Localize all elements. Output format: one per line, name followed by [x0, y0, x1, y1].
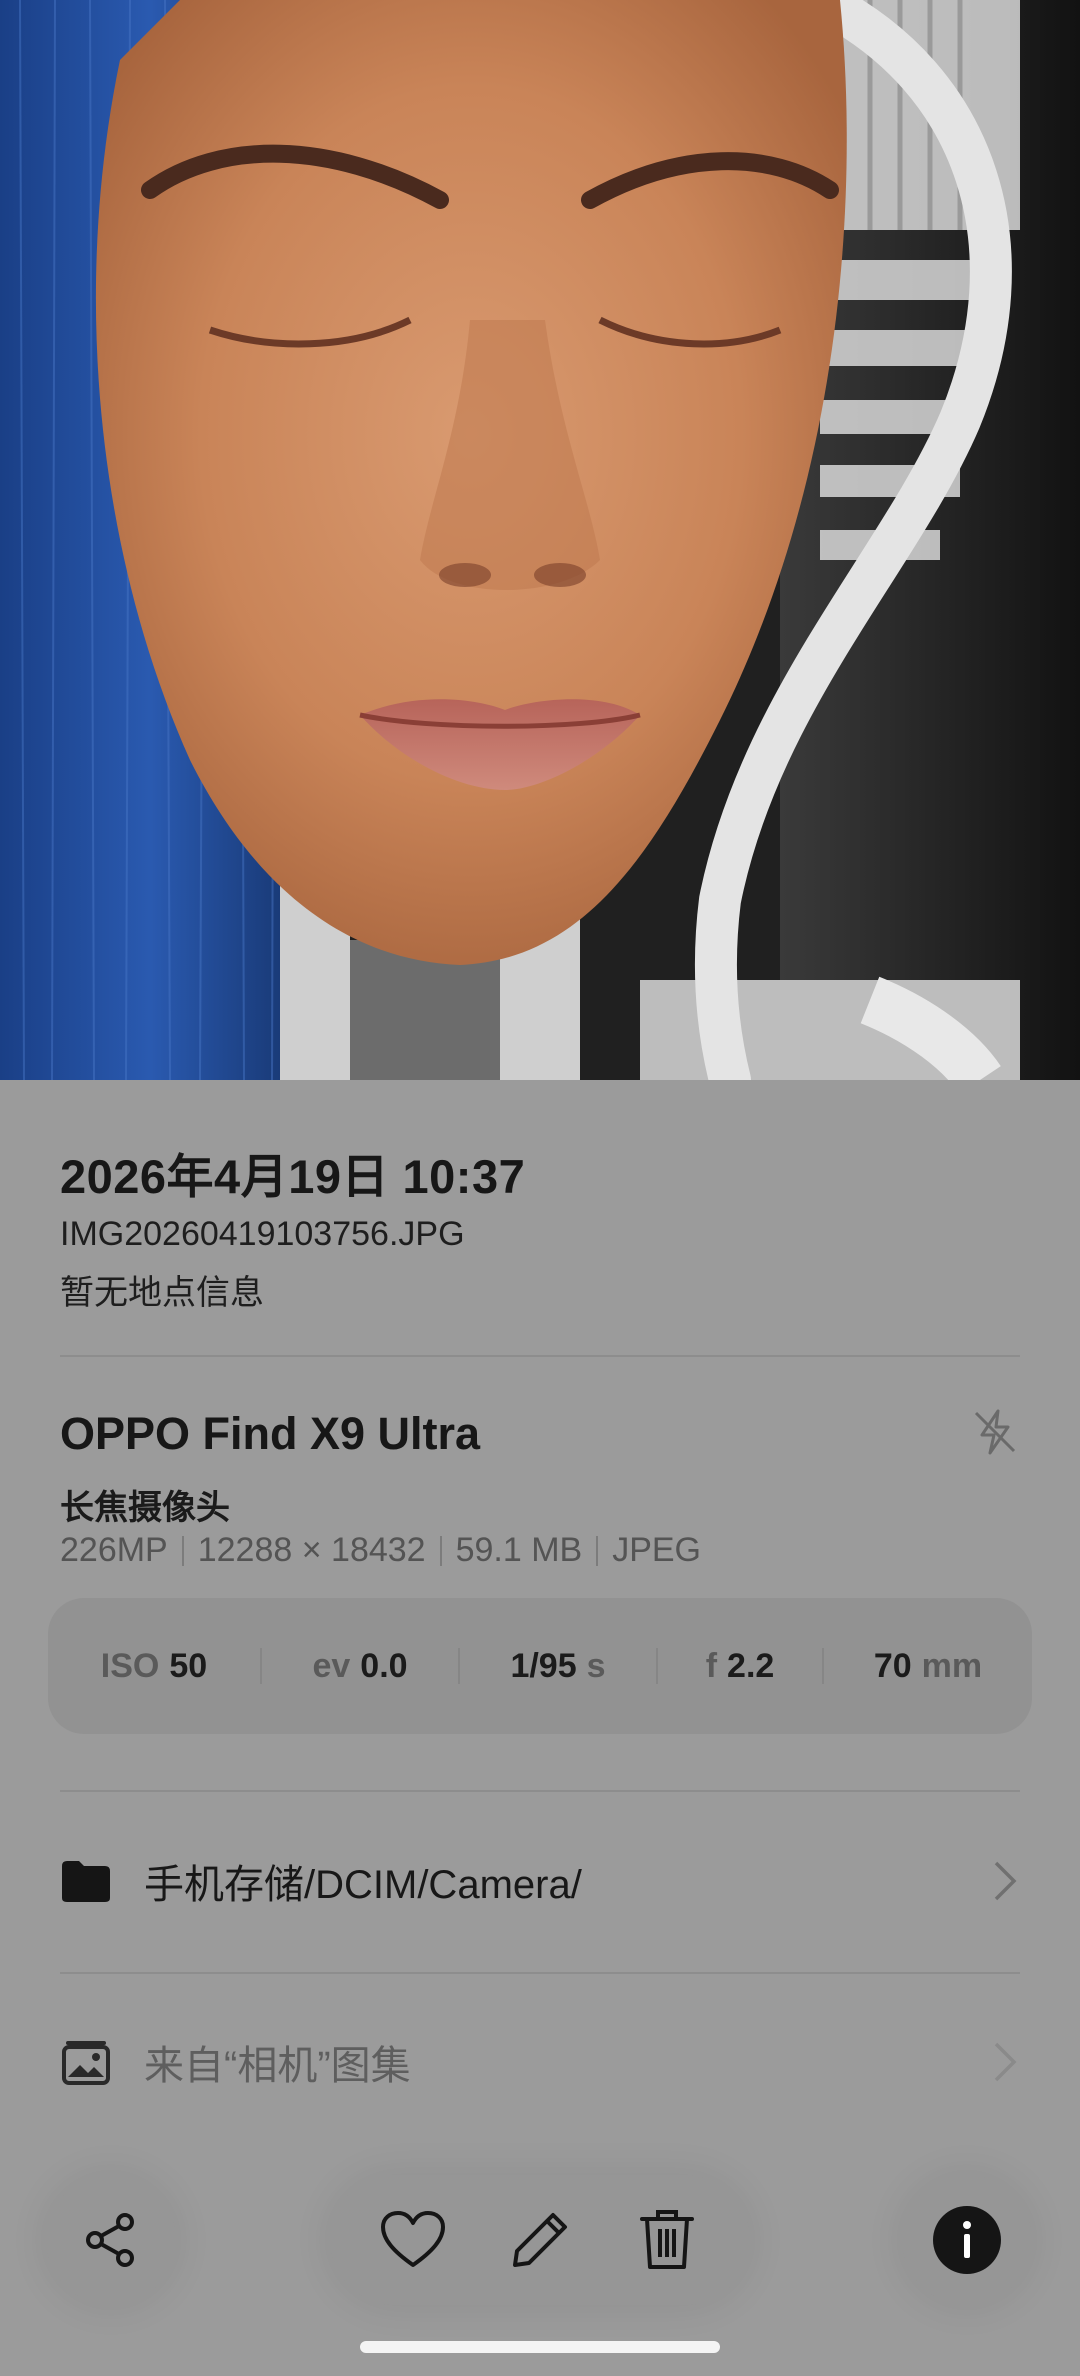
divider	[60, 1355, 1020, 1357]
exif-ev: ev 0.0	[262, 1647, 458, 1686]
album-row[interactable]: 来自“相机”图集	[60, 2017, 1020, 2107]
location-info: 暂无地点信息	[60, 1274, 264, 1312]
folder-icon	[60, 1855, 112, 1907]
camera-lens: 长焦摄像头	[60, 1489, 230, 1527]
share-button[interactable]	[46, 2175, 176, 2305]
spec-separator	[596, 1535, 599, 1566]
storage-path-row[interactable]: 手机存储/DCIM/Camera/	[60, 1836, 1020, 1926]
file-name: IMG20260419103756.JPG	[60, 1215, 465, 1253]
divider	[60, 1972, 1020, 1974]
resolution: 12288 × 18432	[197, 1531, 426, 1569]
share-icon	[86, 2213, 134, 2267]
spec-separator	[439, 1535, 442, 1566]
exif-aperture: f 2.2	[658, 1647, 822, 1686]
pencil-icon	[512, 2213, 567, 2267]
info-icon	[933, 2206, 1001, 2274]
aperture-label: f	[705, 1646, 718, 1685]
spec-separator	[181, 1535, 184, 1566]
chevron-right-icon	[990, 2040, 1020, 2084]
favorite-button[interactable]	[373, 2200, 453, 2280]
capture-date: 2026年4月19日 10:37	[60, 1150, 526, 1203]
exif-shutter: 1/95 s	[460, 1647, 656, 1686]
image-specs: 226MP 12288 × 18432 59.1 MB JPEG	[60, 1531, 701, 1570]
edit-button[interactable]	[500, 2200, 580, 2280]
shutter-unit: s	[586, 1646, 606, 1685]
divider	[60, 1790, 1020, 1792]
action-bar	[330, 2175, 750, 2305]
heart-icon	[381, 2211, 446, 2267]
shutter-value: 1/95	[510, 1646, 577, 1685]
file-format: JPEG	[612, 1531, 702, 1569]
trash-icon	[639, 2210, 694, 2269]
iso-value: 50	[169, 1646, 208, 1685]
flash-off-icon	[968, 1405, 1022, 1459]
aperture-value: 2.2	[727, 1646, 775, 1685]
exif-iso: ISO 50	[48, 1647, 260, 1686]
focal-unit: mm	[921, 1646, 983, 1685]
exif-bar: ISO 50 ev 0.0 1/95 s f 2.2 70 mm	[48, 1598, 1032, 1734]
photo-preview[interactable]	[0, 0, 1080, 1080]
chevron-right-icon	[990, 1859, 1020, 1903]
delete-button[interactable]	[627, 2200, 707, 2280]
ev-value: 0.0	[360, 1646, 408, 1685]
home-indicator[interactable]	[360, 2341, 720, 2353]
ev-label: ev	[312, 1646, 351, 1685]
exif-focal-length: 70 mm	[824, 1647, 1032, 1686]
iso-label: ISO	[100, 1646, 160, 1685]
storage-path: 手机存储/DCIM/Camera/	[144, 1863, 582, 1907]
info-button[interactable]	[902, 2175, 1032, 2305]
megapixels: 226MP	[60, 1531, 168, 1569]
album-icon	[60, 2036, 112, 2088]
device-name: OPPO Find X9 Ultra	[60, 1408, 481, 1459]
file-size: 59.1 MB	[455, 1531, 583, 1569]
focal-value: 70	[873, 1646, 912, 1685]
album-source: 来自“相机”图集	[144, 2044, 411, 2088]
